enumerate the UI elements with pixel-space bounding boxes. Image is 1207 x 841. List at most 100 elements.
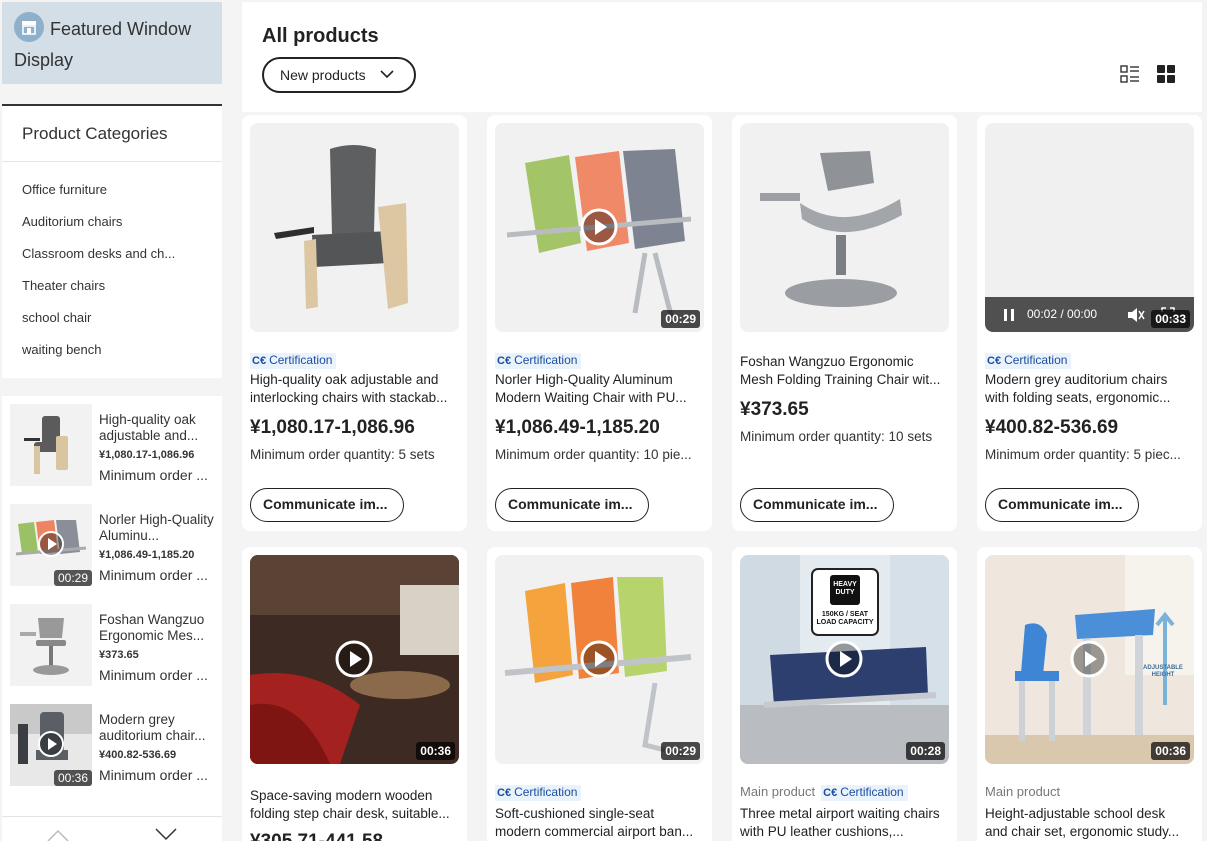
- product-thumbnail: [10, 604, 92, 686]
- product-moq: Minimum order quantity: 10 pie...: [495, 447, 692, 462]
- mini-product-moq: Minimum order ...: [99, 767, 208, 783]
- product-thumbnail: [10, 404, 92, 486]
- product-title[interactable]: Foshan Wangzuo Ergonomic Mesh Folding Tra…: [740, 353, 949, 389]
- mini-product-title: Norler High-Quality Aluminu...: [99, 512, 214, 543]
- communicate-button[interactable]: Communicate im...: [250, 488, 404, 522]
- product-tags: C€ Certification: [495, 784, 582, 801]
- product-card[interactable]: 00:29 C€ Certification Soft-cushioned sin…: [487, 547, 712, 841]
- product-title[interactable]: Three metal airport waiting chairs with P…: [740, 805, 949, 841]
- product-card[interactable]: Foshan Wangzuo Ergonomic Mesh Folding Tra…: [732, 115, 957, 531]
- product-title[interactable]: Soft-cushioned single-seat modern commerc…: [495, 805, 704, 841]
- product-title[interactable]: High-quality oak adjustable and interlock…: [250, 371, 459, 407]
- play-icon[interactable]: [37, 530, 65, 558]
- mini-product-title: Modern grey auditorium chair...: [99, 712, 206, 743]
- product-title[interactable]: Norler High-Quality Aluminum Modern Waiti…: [495, 371, 704, 407]
- product-image[interactable]: HEAVY DUTY 150KG / SEAT LOAD CAPACITY 00:2…: [740, 555, 949, 764]
- product-image[interactable]: [250, 123, 459, 332]
- product-card[interactable]: HEAVY DUTY 150KG / SEAT LOAD CAPACITY 00:2…: [732, 547, 957, 841]
- certification-badge: C€ Certification: [985, 353, 1072, 369]
- play-icon[interactable]: [824, 639, 864, 679]
- product-title[interactable]: Modern grey auditorium chairs with foldin…: [985, 371, 1194, 407]
- category-item[interactable]: Theater chairs: [2, 274, 222, 306]
- video-duration: 00:36: [53, 770, 92, 786]
- product-image[interactable]: [740, 123, 949, 332]
- product-title[interactable]: Space-saving modern wooden folding step c…: [250, 787, 459, 823]
- sort-label: New products: [280, 67, 366, 83]
- communicate-button[interactable]: Communicate im...: [495, 488, 649, 522]
- product-image[interactable]: 00:29: [495, 555, 704, 764]
- product-card[interactable]: 00:36 Space-saving modern wooden folding …: [242, 547, 467, 841]
- product-card[interactable]: 00:02 / 00:00 00:33 C€ Certification Mode…: [977, 115, 1202, 531]
- product-tags: C€ Certification: [985, 352, 1072, 369]
- video-duration: 00:29: [53, 570, 92, 586]
- communicate-button[interactable]: Communicate im...: [985, 488, 1139, 522]
- categories-title: Product Categories: [2, 106, 222, 162]
- mini-product-price: ¥1,086.49-1,185.20: [99, 549, 195, 561]
- product-tags: Main product C€ Certification: [740, 784, 908, 801]
- mini-product-price: ¥400.82-536.69: [99, 749, 177, 761]
- category-item[interactable]: waiting bench: [2, 338, 222, 370]
- mini-product-title: High-quality oak adjustable and...: [99, 412, 199, 443]
- mini-product[interactable]: Foshan Wangzuo Ergonomic Mes... ¥373.65 …: [10, 604, 216, 688]
- product-image[interactable]: 00:36: [250, 555, 459, 764]
- chevron-down-icon: [380, 70, 394, 79]
- video-duration: 00:36: [1151, 742, 1190, 760]
- certification-badge: C€ Certification: [250, 353, 337, 369]
- mini-product[interactable]: 00:36 Modern grey auditorium chair... ¥4…: [10, 704, 216, 788]
- video-duration: 00:28: [906, 742, 945, 760]
- chevron-up-icon[interactable]: [46, 828, 70, 841]
- mini-product-moq: Minimum order ...: [99, 567, 208, 583]
- mini-product[interactable]: 00:29 Norler High-Quality Aluminu... ¥1,…: [10, 504, 216, 588]
- category-item[interactable]: Auditorium chairs: [2, 210, 222, 242]
- chevron-down-icon[interactable]: [154, 828, 178, 841]
- grid-view-icon[interactable]: [1156, 65, 1176, 83]
- store-icon: [14, 12, 44, 43]
- product-categories: Product Categories Office furniture Audi…: [2, 104, 222, 378]
- product-image[interactable]: ADJUSTABLE HEIGHT 00:36: [985, 555, 1194, 764]
- product-moq: Minimum order quantity: 10 sets: [740, 429, 933, 444]
- mute-icon[interactable]: [1127, 307, 1145, 323]
- category-item[interactable]: Office furniture: [2, 178, 222, 210]
- product-moq: Minimum order quantity: 5 piec...: [985, 447, 1181, 462]
- product-thumbnail: 00:29: [10, 504, 92, 586]
- product-price: ¥1,086.49-1,185.20: [495, 417, 660, 438]
- product-tags: Main product: [985, 784, 1066, 799]
- product-tags: C€ Certification: [495, 352, 582, 369]
- category-item[interactable]: Classroom desks and ch...: [2, 242, 222, 274]
- pause-icon[interactable]: [1003, 308, 1015, 322]
- product-card[interactable]: C€ Certification High-quality oak adjusta…: [242, 115, 467, 531]
- video-duration: 00:33: [1151, 310, 1190, 328]
- main-product-label: Main product: [740, 784, 816, 799]
- products-header: All products New products: [242, 2, 1202, 112]
- product-price: ¥400.82-536.69: [985, 417, 1119, 438]
- product-price: ¥1,080.17-1,086.96: [250, 417, 415, 438]
- adjustable-height-label: ADJUSTABLE HEIGHT: [1143, 665, 1183, 678]
- mini-product[interactable]: High-quality oak adjustable and... ¥1,08…: [10, 404, 216, 488]
- heavy-duty-badge: HEAVY DUTY 150KG / SEAT LOAD CAPACITY: [816, 581, 874, 626]
- product-title[interactable]: Height-adjustable school desk and chair s…: [985, 805, 1194, 841]
- play-icon[interactable]: [579, 207, 619, 247]
- play-icon[interactable]: [579, 639, 619, 679]
- communicate-button[interactable]: Communicate im...: [740, 488, 894, 522]
- featured-window-display[interactable]: Featured Window Display: [2, 2, 222, 84]
- product-card[interactable]: 00:29 C€ Certification Norler High-Qualit…: [487, 115, 712, 531]
- product-moq: Minimum order quantity: 5 sets: [250, 447, 435, 462]
- certification-badge: C€ Certification: [495, 785, 582, 801]
- play-icon[interactable]: [334, 639, 374, 679]
- mini-product-price: ¥1,080.17-1,086.96: [99, 449, 195, 461]
- mini-product-title: Foshan Wangzuo Ergonomic Mes...: [99, 612, 205, 643]
- certification-badge: C€ Certification: [821, 785, 908, 801]
- product-video[interactable]: 00:02 / 00:00 00:33: [985, 123, 1194, 332]
- category-item[interactable]: school chair: [2, 306, 222, 338]
- page-title: All products: [262, 25, 379, 47]
- play-icon[interactable]: [37, 730, 65, 758]
- mini-product-moq: Minimum order ...: [99, 467, 208, 483]
- certification-badge: C€ Certification: [495, 353, 582, 369]
- list-view-icon[interactable]: [1120, 65, 1140, 83]
- product-card[interactable]: ADJUSTABLE HEIGHT 00:36 Main product Heig…: [977, 547, 1202, 841]
- play-icon[interactable]: [1069, 639, 1109, 679]
- main-product-label: Main product: [985, 784, 1061, 799]
- featured-product-list: High-quality oak adjustable and... ¥1,08…: [2, 396, 222, 841]
- sort-dropdown[interactable]: New products: [262, 57, 416, 93]
- product-image[interactable]: 00:29: [495, 123, 704, 332]
